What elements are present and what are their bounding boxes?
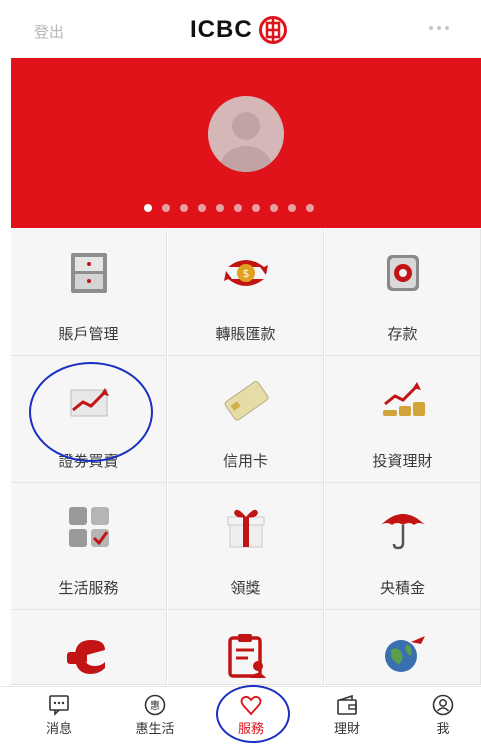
icbc-emblem-icon	[258, 16, 287, 44]
globe-item[interactable]	[325, 610, 481, 685]
user-icon	[432, 694, 454, 716]
avatar	[208, 96, 284, 172]
deposit-item[interactable]: 存款	[325, 229, 481, 356]
prize-item[interactable]: 領獎	[168, 483, 324, 610]
e-payment-icon	[66, 640, 105, 674]
carousel-dot[interactable]	[180, 204, 188, 212]
grid-item-label: 領獎	[230, 579, 261, 597]
icbc-logo: ICBC	[190, 16, 287, 44]
svg-text:$: $	[242, 267, 249, 280]
carousel-dot[interactable]	[162, 204, 170, 212]
grid-item-label: 賬戶管理	[58, 325, 119, 343]
life-services-item[interactable]: 生活服務	[11, 483, 167, 610]
tab-wealth[interactable]: 理財	[317, 693, 377, 737]
services-icon	[68, 507, 109, 547]
credit-card-item[interactable]: 信用卡	[168, 356, 324, 483]
provident-fund-item[interactable]: 央積金	[325, 483, 481, 610]
transfer-item[interactable]: $ 轉賬匯款	[168, 229, 324, 356]
logo-text: ICBC	[190, 16, 253, 43]
service-grid: 賬戶管理 $ 轉賬匯款 存款 證劵買賣 信用卡 投資理財 生活服務 領獎 央積金	[11, 229, 481, 685]
message-icon	[49, 695, 69, 716]
avatar-silhouette-icon	[220, 112, 272, 172]
grid-item-label: 央積金	[379, 579, 425, 597]
svg-text:惠: 惠	[150, 699, 160, 712]
umbrella-icon	[380, 514, 425, 550]
clipboard-item[interactable]	[168, 610, 324, 685]
tab-messages[interactable]: 消息	[29, 693, 89, 737]
grid-item-label: 信用卡	[222, 452, 268, 470]
tab-label: 惠生活	[135, 722, 175, 737]
tab-label: 消息	[45, 722, 72, 737]
carousel-dot[interactable]	[306, 204, 314, 212]
carousel-dot[interactable]	[216, 204, 224, 212]
hui-icon: 惠	[144, 694, 166, 716]
carousel-dot[interactable]	[144, 204, 152, 212]
drawer-icon	[70, 253, 107, 293]
credit-card-icon	[224, 381, 269, 421]
clipboard-user-icon	[227, 634, 266, 678]
tab-hui-life[interactable]: 惠 惠生活	[125, 693, 185, 737]
carousel-dot[interactable]	[252, 204, 260, 212]
carousel-dot[interactable]	[234, 204, 242, 212]
globe-icon	[384, 636, 425, 672]
wallet-icon	[337, 694, 357, 715]
account-management-item[interactable]: 賬戶管理	[11, 229, 167, 356]
transfer-icon: $	[223, 260, 268, 286]
annotation-circle	[216, 685, 290, 743]
tab-label: 理財	[333, 722, 360, 737]
carousel-dot[interactable]	[288, 204, 296, 212]
tab-me[interactable]: 我	[413, 693, 473, 737]
gift-icon	[227, 509, 264, 548]
bottom-tab-bar: 消息 惠 惠生活 服務 理財 我	[0, 685, 481, 746]
carousel-dots	[144, 204, 314, 212]
logout-button[interactable]: 登出	[34, 21, 64, 42]
grid-item-label: 存款	[387, 325, 418, 343]
grid-item-label: 生活服務	[58, 579, 119, 597]
investment-icon	[382, 382, 425, 416]
carousel-dot[interactable]	[198, 204, 206, 212]
carousel-dot[interactable]	[270, 204, 278, 212]
safe-icon	[386, 255, 419, 291]
annotation-circle	[29, 362, 153, 462]
e-payment-item[interactable]	[11, 610, 167, 685]
banner[interactable]	[11, 58, 481, 228]
grid-item-label: 投資理財	[372, 452, 433, 470]
grid-item-label: 轉賬匯款	[215, 325, 276, 343]
tab-label: 我	[436, 722, 450, 737]
more-menu-icon[interactable]	[429, 26, 449, 30]
investment-item[interactable]: 投資理財	[325, 356, 481, 483]
header: 登出 ICBC	[0, 0, 481, 58]
